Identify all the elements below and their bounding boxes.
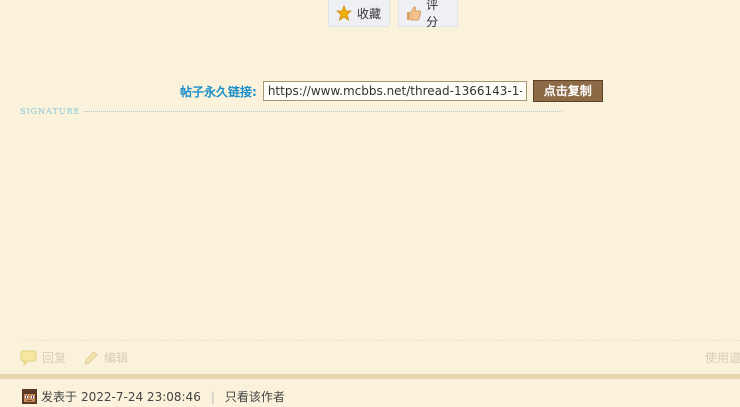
permalink-url-field[interactable] [262, 81, 527, 101]
rate-label: 评分 [426, 0, 439, 29]
permalink-label: 帖子永久链接: [180, 84, 257, 99]
post-actions: 回复 编辑 [20, 349, 128, 366]
signature-dotted-line [84, 110, 562, 112]
favorite-label: 收藏 [357, 6, 382, 21]
pixel-avatar [22, 389, 37, 404]
posted-label: 发表于 [41, 390, 78, 404]
meta-separator: | [210, 389, 215, 404]
permalink-row: 帖子永久链接: 点击复制 [180, 80, 603, 102]
edit-button[interactable]: 编辑 [82, 349, 128, 366]
reply-button[interactable]: 回复 [20, 349, 66, 366]
thumbs-up-icon [405, 4, 422, 22]
view-author-only-link[interactable]: 只看该作者 [225, 388, 285, 405]
pencil-icon [82, 350, 100, 366]
favorite-button[interactable]: 收藏 [328, 0, 390, 27]
signature-divider: SIGNATURE [20, 105, 562, 117]
copy-link-button[interactable]: 点击复制 [532, 80, 603, 102]
use-item-link[interactable]: 使用道 [705, 349, 740, 366]
reply-label: 回复 [42, 351, 67, 365]
post-meta-row: 发表于 2022-7-24 23:08:46 | 只看该作者 [22, 388, 285, 405]
speech-bubble-icon [20, 350, 38, 366]
post-timestamp: 2022-7-24 23:08:46 [81, 389, 201, 404]
post-separator-bar [0, 374, 740, 379]
post-toolbar: 收藏 评分 [328, 0, 458, 29]
edit-label: 编辑 [104, 351, 129, 365]
star-icon [335, 4, 353, 22]
rate-button[interactable]: 评分 [398, 0, 458, 29]
signature-label: SIGNATURE [20, 106, 81, 116]
post-footer-divider [20, 340, 740, 341]
